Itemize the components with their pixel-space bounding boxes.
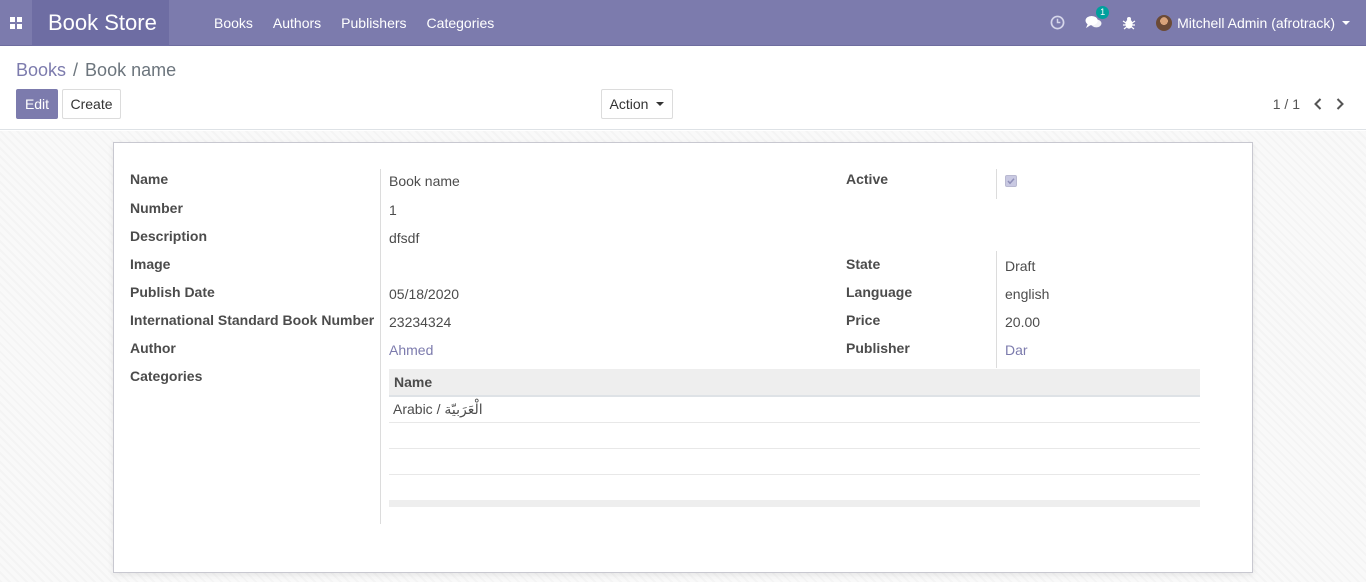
publish-date-label: Publish Date bbox=[130, 284, 215, 300]
number-label: Number bbox=[130, 200, 183, 216]
table-footer bbox=[389, 500, 1200, 507]
isbn-value: 23234324 bbox=[389, 314, 452, 330]
menu-item-authors[interactable]: Authors bbox=[273, 15, 321, 31]
description-value: dfsdf bbox=[389, 230, 420, 246]
menu-item-categories[interactable]: Categories bbox=[427, 15, 495, 31]
messages-button[interactable]: 1 bbox=[1085, 6, 1110, 30]
clock-icon bbox=[1050, 15, 1065, 30]
categories-label: Categories bbox=[130, 368, 203, 384]
table-row[interactable]: Arabic / الْعَرَبيّة bbox=[389, 397, 1200, 423]
separator-left bbox=[380, 169, 381, 524]
caret-down-icon bbox=[656, 102, 665, 106]
app-brand[interactable]: Book Store bbox=[32, 0, 169, 46]
create-button[interactable]: Create bbox=[62, 89, 121, 119]
pager-next-button[interactable] bbox=[1336, 98, 1344, 110]
language-label: Language bbox=[846, 284, 913, 300]
systray: 1 Mitchell Admin (afrotrack) bbox=[1030, 6, 1366, 31]
form-view: Name Number Description Image Publish Da… bbox=[0, 131, 1366, 582]
control-panel: Books / Book name Edit Create Action 1 /… bbox=[0, 46, 1366, 130]
chevron-right-icon bbox=[1336, 98, 1344, 110]
description-label: Description bbox=[130, 228, 208, 244]
publish-date-value: 05/18/2020 bbox=[389, 286, 460, 302]
pager-previous-button[interactable] bbox=[1314, 98, 1322, 110]
table-header: Name bbox=[389, 369, 1200, 397]
user-name: Mitchell Admin (afrotrack) bbox=[1177, 14, 1335, 31]
price-value: 20.00 bbox=[1005, 314, 1041, 330]
categories-table: Name Arabic / الْعَرَبيّة bbox=[389, 369, 1200, 507]
menu-item-publishers[interactable]: Publishers bbox=[341, 15, 406, 31]
author-link[interactable]: Ahmed bbox=[389, 342, 433, 358]
pager: 1 / 1 bbox=[1273, 96, 1344, 112]
table-row-empty bbox=[389, 449, 1200, 475]
chevron-left-icon bbox=[1314, 98, 1322, 110]
breadcrumb-separator: / bbox=[73, 60, 79, 80]
author-label: Author bbox=[130, 340, 176, 356]
top-navbar: Book Store Books Authors Publishers Cate… bbox=[0, 0, 1366, 46]
number-value: 1 bbox=[389, 202, 397, 218]
name-label: Name bbox=[130, 171, 169, 187]
user-menu[interactable]: Mitchell Admin (afrotrack) bbox=[1156, 14, 1350, 31]
breadcrumb-books[interactable]: Books bbox=[16, 60, 66, 81]
check-icon bbox=[1007, 178, 1015, 185]
action-dropdown[interactable]: Action bbox=[601, 89, 673, 119]
isbn-label: International Standard Book Number bbox=[130, 312, 375, 328]
bug-icon bbox=[1122, 16, 1136, 29]
menu-item-books[interactable]: Books bbox=[214, 15, 253, 31]
category-name-cell: Arabic / الْعَرَبيّة bbox=[393, 401, 483, 417]
name-value: Book name bbox=[389, 173, 460, 189]
separator-active bbox=[996, 169, 997, 199]
main-menu: Books Authors Publishers Categories bbox=[214, 15, 514, 31]
price-label: Price bbox=[846, 312, 881, 328]
apps-grid-icon bbox=[10, 16, 22, 29]
separator-right bbox=[996, 251, 997, 368]
debug-button[interactable] bbox=[1122, 16, 1136, 30]
activity-button[interactable] bbox=[1050, 15, 1065, 30]
apps-menu-button[interactable] bbox=[0, 0, 32, 46]
publisher-link[interactable]: Dar bbox=[1005, 342, 1028, 358]
active-label: Active bbox=[846, 171, 889, 187]
pager-value[interactable]: 1 / 1 bbox=[1273, 96, 1300, 112]
form-sheet: Name Number Description Image Publish Da… bbox=[113, 142, 1253, 573]
state-label: State bbox=[846, 256, 881, 272]
table-row-empty bbox=[389, 423, 1200, 449]
edit-button[interactable]: Edit bbox=[16, 89, 58, 119]
publisher-label: Publisher bbox=[846, 340, 910, 356]
state-value: Draft bbox=[1005, 258, 1036, 274]
action-label: Action bbox=[609, 96, 649, 112]
messages-badge: 1 bbox=[1096, 6, 1110, 19]
avatar bbox=[1156, 14, 1173, 31]
active-checkbox bbox=[1005, 175, 1017, 187]
breadcrumb-current: Book name bbox=[85, 60, 177, 80]
language-value: english bbox=[1005, 286, 1050, 302]
image-label: Image bbox=[130, 256, 171, 272]
breadcrumb: Books / Book name bbox=[16, 60, 176, 81]
chevron-down-icon bbox=[1342, 20, 1350, 25]
column-name-header[interactable]: Name bbox=[394, 374, 432, 390]
